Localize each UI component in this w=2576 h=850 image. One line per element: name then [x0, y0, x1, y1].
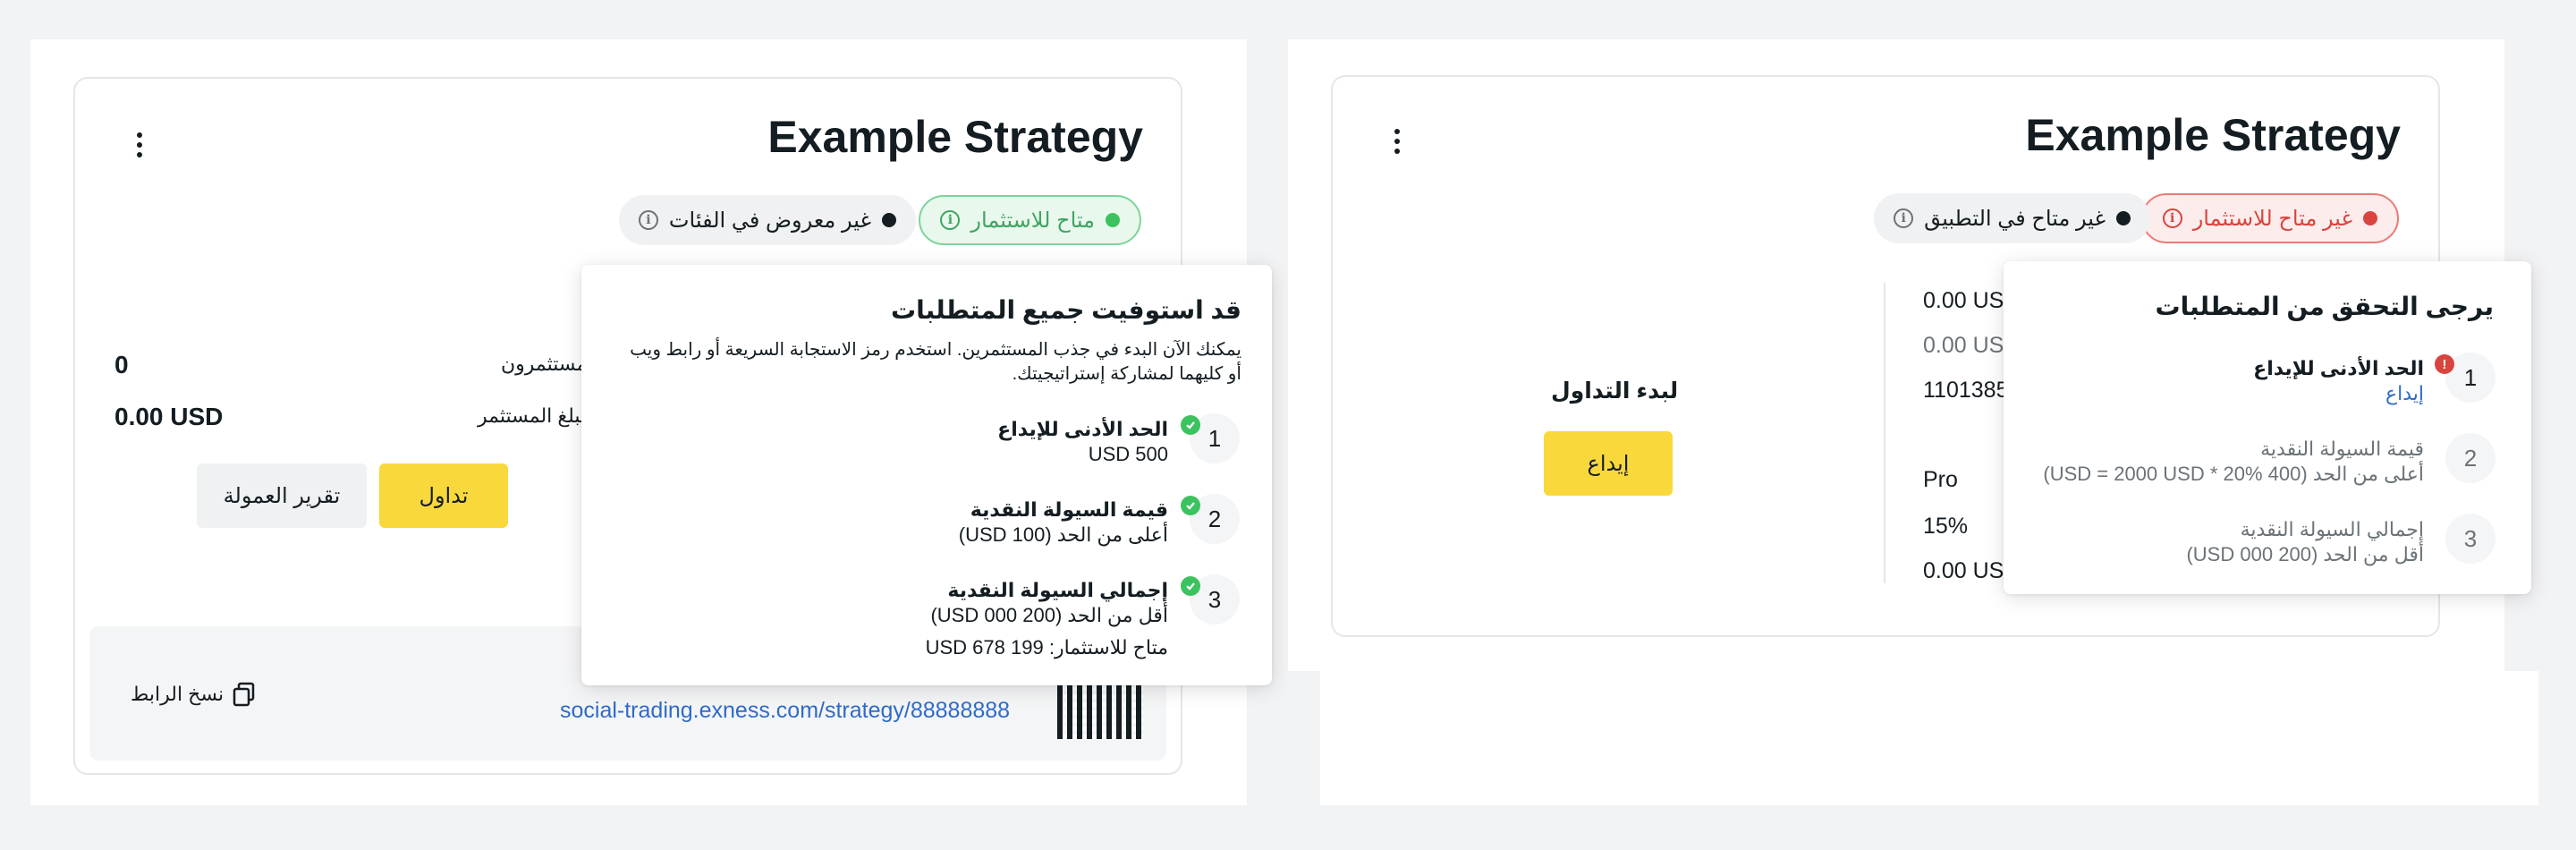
right-step-2-number: 2 — [2445, 433, 2496, 483]
right-strategy-title: Example Strategy — [2025, 110, 2401, 160]
right-badge-not-available-label: غير متاح للاستثمار — [2192, 206, 2352, 231]
start-trading-label: لبدء التداول — [1551, 378, 1679, 404]
right-step-2-title: قيمة السيولة النقدية — [2260, 438, 2424, 460]
status-dot-green-icon — [1106, 213, 1120, 227]
copy-link-label: نسخ الرابط — [131, 683, 225, 705]
right-step-2-sub: أعلى من الحد (400 USD = 2000 USD * 20%) — [2043, 463, 2424, 485]
right-step-3-text: إجمالي السيولة النقدية أقل من الحد (200 … — [2186, 517, 2424, 567]
left-popover-description: يمكنك الآن البدء في جذب المستثمرين. استخ… — [630, 340, 1241, 384]
left-badge-not-listed-label: غير معروض في الفئات — [668, 208, 871, 233]
status-dot-black-icon — [882, 213, 896, 227]
check-icon — [1181, 415, 1200, 435]
copy-icon — [233, 682, 255, 707]
status-dot-black-icon — [2116, 211, 2131, 225]
left-step-2-sub: أعلى من الحد (100 USD) — [958, 523, 1168, 546]
trade-button[interactable]: تداول — [379, 463, 508, 528]
info-icon: i — [638, 210, 658, 230]
right-step-1-text: الحد الأدنى للإيداع إيداع — [2253, 356, 2424, 406]
right-value-3: 1101385 — [1923, 378, 2009, 403]
left-step-3-text: إجمالي السيولة النقدية أقل من الحد (200 … — [926, 578, 1168, 660]
info-icon: i — [2162, 208, 2182, 228]
left-step-2-text: قيمة السيولة النقدية أعلى من الحد (100 U… — [959, 497, 1168, 548]
right-badge-not-in-app-label: غير متاح في التطبيق — [1924, 206, 2106, 231]
left-stat-investors-value: 0 — [114, 351, 129, 378]
strategy-link[interactable]: social-trading.exness.com/strategy/88888… — [560, 698, 1010, 724]
qr-code-icon[interactable] — [1057, 682, 1143, 739]
left-badge-not-listed[interactable]: غير معروض في الفئات i — [618, 195, 916, 245]
right-step-1-deposit-link[interactable]: إيداع — [2253, 381, 2424, 406]
right-value-5: 15% — [1923, 514, 1969, 539]
right-value-4: Pro — [1923, 467, 1958, 492]
right-divider — [1884, 283, 1885, 583]
deposit-button[interactable]: إيداع — [1544, 431, 1673, 496]
info-icon: i — [940, 210, 961, 230]
right-step-1-title: الحد الأدنى للإيداع — [2253, 357, 2424, 379]
commission-report-button[interactable]: تقرير العمولة — [197, 463, 367, 528]
right-step-3-sub: أقل من الحد (200 000 USD) — [2186, 543, 2424, 565]
status-dot-red-icon — [2363, 211, 2377, 225]
right-step-2-text: قيمة السيولة النقدية أعلى من الحد (400 U… — [2043, 437, 2424, 487]
left-step-3-sub: أقل من الحد (200 000 USD) — [930, 604, 1168, 626]
right-popover-title: يرجى التحقق من المتطلبات — [2155, 293, 2494, 320]
left-badge-available-label: متاح للاستثمار — [970, 208, 1095, 233]
left-popover-title: قد استوفيت جميع المتطلبات — [891, 296, 1241, 324]
left-badge-available[interactable]: متاح للاستثمار i — [919, 195, 1141, 245]
left-step-1-title: الحد الأدنى للإيداع — [997, 418, 1168, 440]
left-strategy-title: Example Strategy — [767, 112, 1143, 162]
check-icon — [1181, 576, 1200, 596]
left-step-3-title: إجمالي السيولة النقدية — [947, 579, 1168, 601]
right-panel-lower — [1320, 671, 2538, 805]
alert-icon: ! — [2435, 354, 2454, 374]
left-step-1-sub: 500 USD — [1088, 443, 1168, 465]
copy-link-button[interactable]: نسخ الرابط — [131, 682, 256, 707]
check-icon — [1181, 496, 1200, 515]
left-step-3-available: متاح للاستثمار: 199 678 USD — [925, 636, 1168, 659]
right-more-options-icon[interactable] — [1388, 123, 1406, 159]
info-icon: i — [1894, 208, 1914, 228]
left-stat-invested-value: 0.00 USD — [114, 403, 224, 430]
right-step-3-number: 3 — [2445, 514, 2496, 564]
left-step-1-text: الحد الأدنى للإيداع 500 USD — [997, 417, 1168, 467]
right-badge-not-available[interactable]: غير متاح للاستثمار i — [2140, 193, 2399, 243]
right-badge-not-in-app[interactable]: غير متاح في التطبيق i — [1874, 193, 2150, 243]
left-step-2-title: قيمة السيولة النقدية — [970, 498, 1168, 521]
right-step-3-title: إجمالي السيولة النقدية — [2240, 518, 2424, 540]
left-more-options-icon[interactable] — [131, 127, 148, 163]
